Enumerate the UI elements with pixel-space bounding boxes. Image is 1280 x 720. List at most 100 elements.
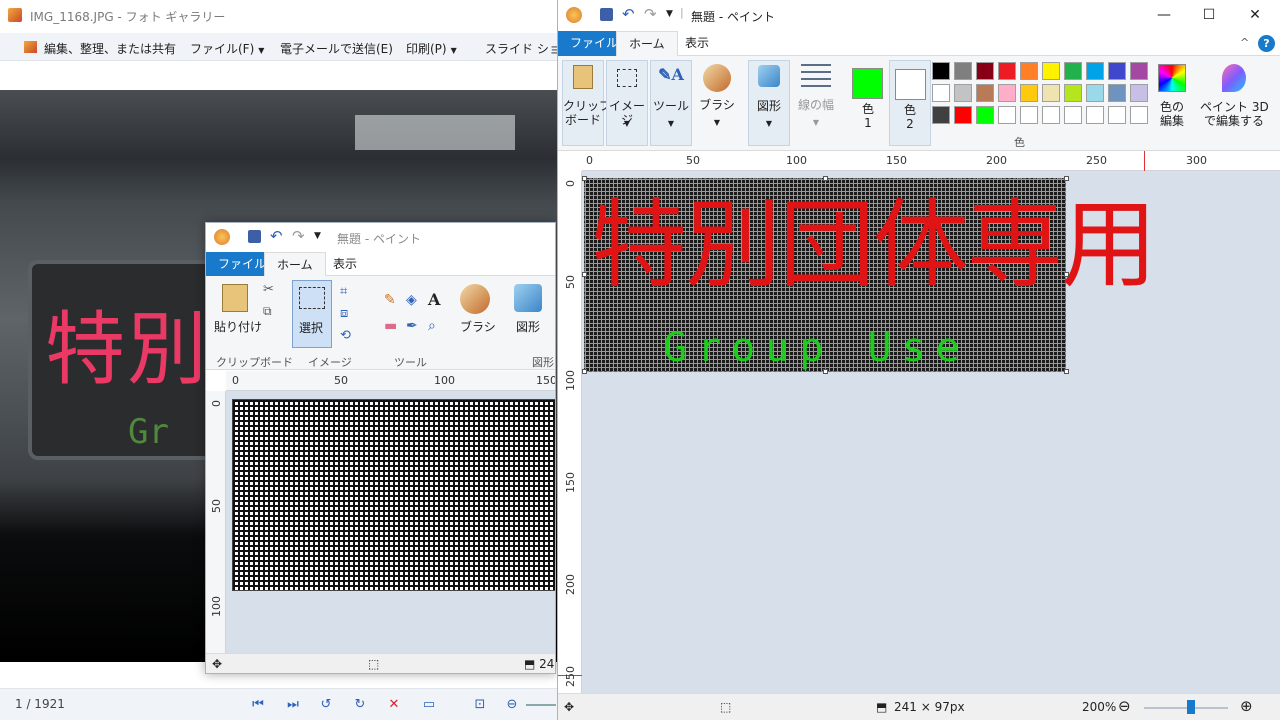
maximize-icon[interactable]: ☐ <box>1199 6 1219 24</box>
select-button[interactable]: 選択 <box>292 280 332 348</box>
palette-swatch[interactable] <box>1064 62 1082 80</box>
close-icon[interactable]: ✕ <box>1245 6 1265 24</box>
magnifier-icon[interactable]: ⌕ <box>428 318 436 334</box>
palette-swatch[interactable] <box>932 62 950 80</box>
palette-swatch[interactable] <box>1020 62 1038 80</box>
customize-qat-icon[interactable]: ▼ <box>314 231 321 241</box>
brush-button[interactable]: ブラシ ▼ <box>696 60 738 146</box>
previous-icon[interactable]: ⏮ <box>250 698 266 712</box>
palette-swatch[interactable] <box>954 62 972 80</box>
palette-swatch[interactable] <box>1130 84 1148 102</box>
zoom-in-icon[interactable]: ⊕ <box>1240 697 1253 715</box>
color2-button[interactable]: 色 2 <box>889 60 931 146</box>
copy-icon[interactable]: ⧉ <box>263 304 272 319</box>
next-icon[interactable]: ⏭ <box>285 698 301 712</box>
palette-swatch[interactable] <box>1108 62 1126 80</box>
paint3d-button[interactable]: ペイント 3D で編集する <box>1200 60 1269 146</box>
resize-handle[interactable] <box>823 176 828 181</box>
edit-colors-button[interactable]: 色の 編集 <box>1152 60 1192 146</box>
palette-swatch[interactable] <box>1020 84 1038 102</box>
pencil-icon[interactable]: ✎ <box>384 292 396 308</box>
resize-handle[interactable] <box>582 272 587 277</box>
resize-handle[interactable] <box>1064 272 1069 277</box>
resize-handle[interactable] <box>1064 369 1069 374</box>
drawing-canvas-led[interactable]: 特別団体専用 Group Use <box>584 178 1157 372</box>
palette-swatch[interactable] <box>1130 62 1148 80</box>
save-icon[interactable] <box>248 230 261 243</box>
palette-swatch[interactable] <box>932 84 950 102</box>
fill-icon[interactable]: ◈ <box>406 292 417 308</box>
zoom-slider-thumb[interactable] <box>1187 700 1195 714</box>
color1-button[interactable]: 色 1 <box>848 60 888 146</box>
redo-icon[interactable]: ↷ <box>292 227 305 245</box>
fit-icon[interactable]: ⊡ <box>472 698 488 712</box>
resize-handle[interactable] <box>1064 176 1069 181</box>
undo-icon[interactable]: ↶ <box>270 227 283 245</box>
zoom-slider[interactable] <box>526 704 556 706</box>
menu-email[interactable]: 電子メールで送信(E) <box>280 40 393 57</box>
eraser-icon[interactable]: ▬ <box>384 318 397 334</box>
resize-handle[interactable] <box>582 369 587 374</box>
shapes-icon[interactable] <box>514 284 542 312</box>
palette-swatch[interactable] <box>1064 84 1082 102</box>
palette-swatch[interactable] <box>1130 106 1148 124</box>
palette-swatch[interactable] <box>1086 84 1104 102</box>
delete-icon[interactable]: ✕ <box>386 698 402 712</box>
menu-print[interactable]: 印刷(P) ▼ <box>406 40 457 57</box>
clipboard-button[interactable]: クリップ ボード <box>562 60 611 146</box>
tab-home[interactable]: ホーム <box>264 252 326 277</box>
line-width-button[interactable]: 線の幅 ▼ <box>794 60 838 146</box>
shapes-button[interactable]: 図形 ▼ <box>748 60 790 146</box>
palette-swatch[interactable] <box>1086 62 1104 80</box>
zoom-out-icon[interactable]: ⊖ <box>1118 697 1131 715</box>
palette-swatch[interactable] <box>1108 106 1126 124</box>
image-button[interactable]: イメージ ▼ <box>606 60 648 146</box>
palette-swatch[interactable] <box>998 62 1016 80</box>
palette-swatch[interactable] <box>976 62 994 80</box>
undo-icon[interactable]: ↶ <box>622 5 635 23</box>
minimize-icon[interactable]: — <box>1154 6 1174 24</box>
resize-icon[interactable]: ⧈ <box>340 306 348 321</box>
cut-icon[interactable]: ✂ <box>263 282 274 297</box>
color-picker-icon[interactable]: ✒ <box>406 318 418 334</box>
palette-swatch[interactable] <box>954 106 972 124</box>
tools-button[interactable]: ✎A ツール ▼ <box>650 60 692 146</box>
palette-swatch[interactable] <box>1064 106 1082 124</box>
drawing-canvas-grid[interactable] <box>232 399 555 591</box>
menu-file[interactable]: ファイル(F) ▼ <box>190 40 264 57</box>
paint-app-icon <box>214 229 230 245</box>
rotate-right-icon[interactable]: ↻ <box>352 698 368 712</box>
zoom-slider[interactable] <box>1144 707 1228 709</box>
palette-swatch[interactable] <box>1108 84 1126 102</box>
tab-view[interactable]: 表示 <box>321 252 369 277</box>
tab-view[interactable]: 表示 <box>673 31 721 56</box>
slideshow-icon[interactable]: ▭ <box>421 698 437 712</box>
palette-swatch[interactable] <box>1020 106 1038 124</box>
palette-swatch[interactable] <box>1042 106 1060 124</box>
palette-swatch[interactable] <box>976 84 994 102</box>
crop-icon[interactable]: ⌗ <box>340 284 347 299</box>
collapse-ribbon-icon[interactable]: ^ <box>1240 36 1249 49</box>
rotate-icon[interactable]: ⟲ <box>340 328 351 343</box>
redo-icon[interactable]: ↷ <box>644 5 657 23</box>
customize-qat-icon[interactable]: ▼ <box>666 9 673 19</box>
zoom-out-icon[interactable]: ⊖ <box>504 698 520 712</box>
brush-icon[interactable] <box>460 284 490 314</box>
palette-swatch[interactable] <box>998 106 1016 124</box>
save-icon[interactable] <box>600 8 613 21</box>
palette-swatch[interactable] <box>1042 62 1060 80</box>
palette-swatch[interactable] <box>1042 84 1060 102</box>
help-icon[interactable]: ? <box>1258 35 1275 52</box>
palette-swatch[interactable] <box>954 84 972 102</box>
tab-home[interactable]: ホーム <box>616 31 678 56</box>
palette-swatch[interactable] <box>1086 106 1104 124</box>
palette-swatch[interactable] <box>932 106 950 124</box>
rotate-left-icon[interactable]: ↺ <box>318 698 334 712</box>
text-tool-icon[interactable]: A <box>428 290 440 309</box>
resize-handle[interactable] <box>823 369 828 374</box>
palette-swatch[interactable] <box>976 106 994 124</box>
paste-icon[interactable] <box>222 284 248 312</box>
resize-handle[interactable] <box>582 176 587 181</box>
menu-organize[interactable]: 編集、整理、または共有 <box>44 40 176 57</box>
palette-swatch[interactable] <box>998 84 1016 102</box>
